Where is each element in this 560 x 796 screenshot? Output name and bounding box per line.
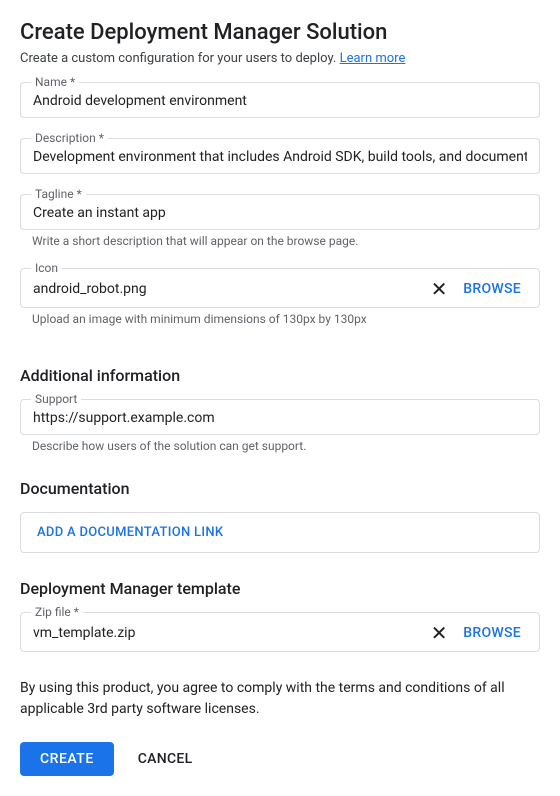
additional-info-header: Additional information bbox=[20, 366, 540, 385]
icon-input[interactable] bbox=[33, 281, 421, 297]
description-input[interactable] bbox=[33, 149, 527, 165]
browse-icon-button[interactable]: BROWSE bbox=[457, 281, 527, 297]
subtitle-text: Create a custom configuration for your u… bbox=[20, 51, 340, 66]
template-header: Deployment Manager template bbox=[20, 579, 540, 598]
close-icon[interactable]: ✕ bbox=[429, 623, 449, 643]
tagline-helper: Write a short description that will appe… bbox=[20, 234, 540, 248]
action-row: CREATE CANCEL bbox=[20, 742, 540, 776]
name-input[interactable] bbox=[33, 93, 527, 109]
tagline-label: Tagline * bbox=[31, 187, 86, 201]
icon-helper: Upload an image with minimum dimensions … bbox=[20, 312, 540, 326]
cancel-button[interactable]: CANCEL bbox=[138, 751, 193, 767]
terms-text: By using this product, you agree to comp… bbox=[20, 678, 540, 720]
add-documentation-link-button[interactable]: ADD A DOCUMENTATION LINK bbox=[20, 512, 540, 553]
create-button[interactable]: CREATE bbox=[20, 742, 114, 776]
support-field[interactable]: Support bbox=[20, 399, 540, 435]
documentation-header: Documentation bbox=[20, 479, 540, 498]
support-label: Support bbox=[31, 392, 81, 406]
description-label: Description * bbox=[31, 131, 108, 145]
zip-file-field[interactable]: Zip file * ✕ BROWSE bbox=[20, 612, 540, 652]
support-helper: Describe how users of the solution can g… bbox=[20, 439, 540, 453]
learn-more-link[interactable]: Learn more bbox=[340, 51, 406, 66]
tagline-field[interactable]: Tagline * bbox=[20, 194, 540, 230]
page-title: Create Deployment Manager Solution bbox=[20, 20, 540, 45]
close-icon[interactable]: ✕ bbox=[429, 279, 449, 299]
page-subtitle: Create a custom configuration for your u… bbox=[20, 51, 540, 66]
icon-label: Icon bbox=[31, 261, 62, 275]
zip-file-input[interactable] bbox=[33, 625, 421, 641]
support-input[interactable] bbox=[33, 410, 527, 426]
description-field[interactable]: Description * bbox=[20, 138, 540, 174]
browse-zip-button[interactable]: BROWSE bbox=[457, 625, 527, 641]
name-label: Name * bbox=[31, 75, 79, 89]
tagline-input[interactable] bbox=[33, 205, 527, 221]
name-field[interactable]: Name * bbox=[20, 82, 540, 118]
icon-field[interactable]: Icon ✕ BROWSE bbox=[20, 268, 540, 308]
zip-file-label: Zip file * bbox=[31, 605, 83, 619]
